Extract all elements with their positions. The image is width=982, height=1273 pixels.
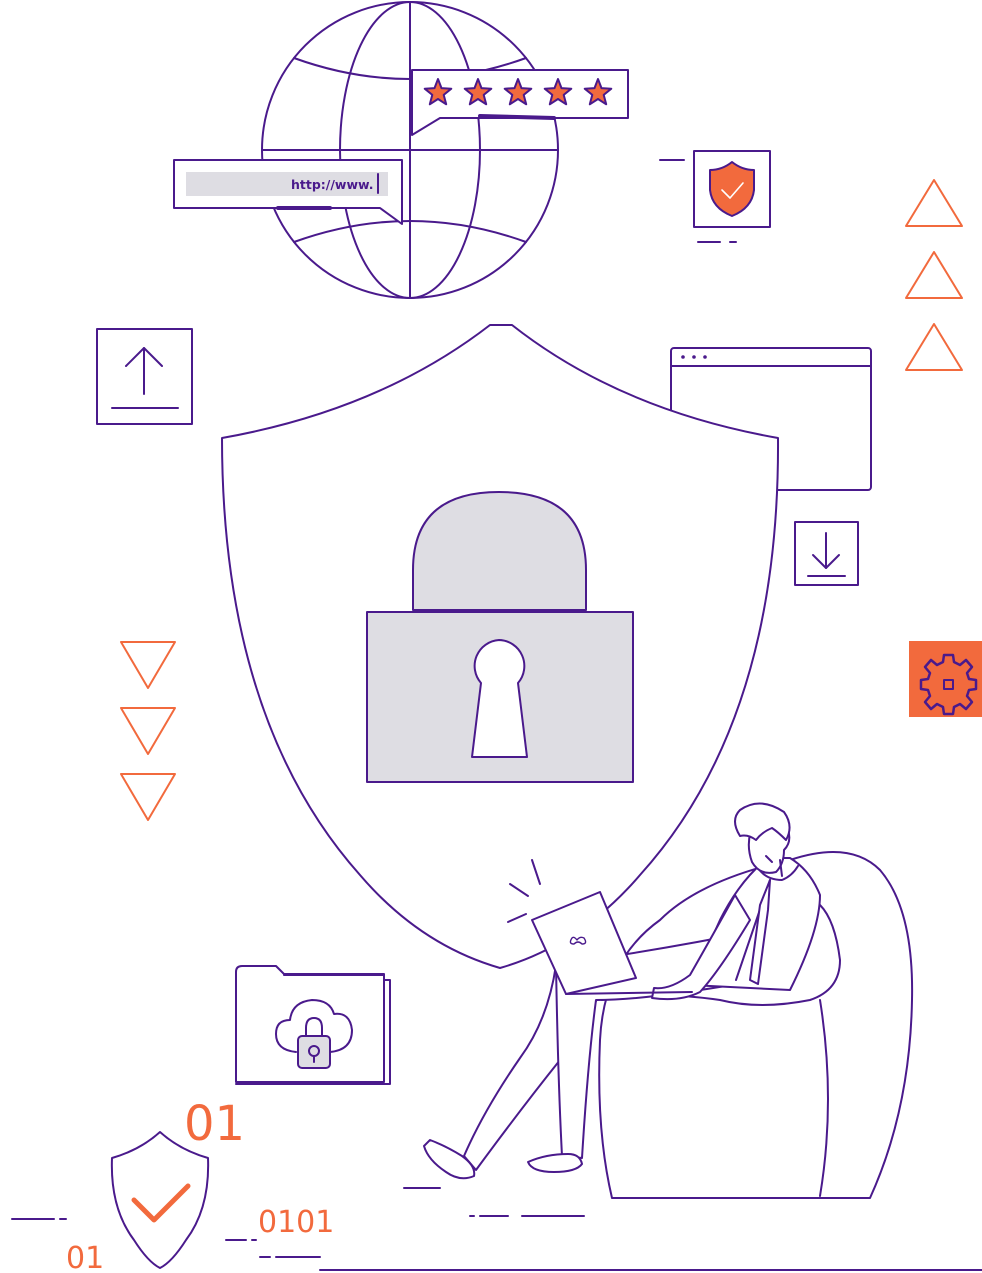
cloud-lock-folder-icon bbox=[235, 965, 391, 1085]
triangle-up-icon bbox=[905, 251, 963, 299]
download-icon bbox=[794, 521, 859, 586]
url-bubble bbox=[173, 159, 403, 225]
triangle-up-icon bbox=[905, 323, 963, 371]
triangle-down-icon bbox=[120, 707, 176, 755]
binary-right: 0101 bbox=[258, 1205, 334, 1240]
binary-left: 01 bbox=[66, 1241, 104, 1273]
shield-outline-icon bbox=[110, 1131, 210, 1269]
triangle-up-icon bbox=[905, 179, 963, 227]
gear-badge bbox=[909, 641, 982, 717]
security-illustration: http://www. 01 0101 01 bbox=[11, 1, 982, 1273]
url-text: http://www. bbox=[291, 177, 374, 192]
binary-large: 01 bbox=[184, 1096, 245, 1152]
keyhole-icon bbox=[471, 639, 528, 758]
upload-icon bbox=[96, 328, 193, 425]
triangle-down-icon bbox=[120, 773, 176, 821]
triangle-down-icon bbox=[120, 641, 176, 689]
globe-icon bbox=[261, 1, 559, 299]
